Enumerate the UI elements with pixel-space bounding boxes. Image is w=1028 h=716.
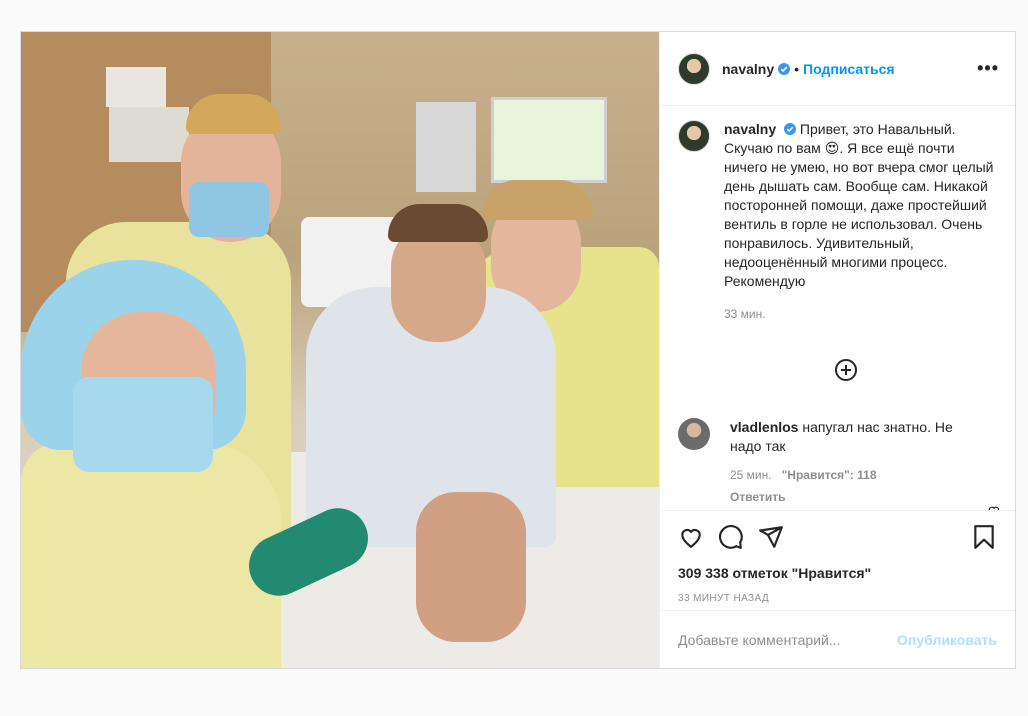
comment-likes[interactable]: "Нравится": 118	[782, 468, 877, 482]
instagram-post: navalny • Подписаться ••• navalny Привет…	[20, 31, 1016, 669]
boy-hair	[186, 94, 281, 134]
man-arm	[416, 492, 526, 642]
post-actions: 309 338 отметок "Нравится" 33 МИНУТ НАЗА…	[660, 510, 1015, 610]
caption: navalny Привет, это Навальный. Скучаю по…	[678, 120, 997, 324]
caption-body-2: . Я все ещё почти ничего не умею, но вот…	[724, 140, 994, 289]
comment-item: vladlenlos напугал нас знатно. Не надо т…	[678, 418, 988, 507]
separator-dot: •	[794, 60, 800, 77]
post-sidebar: navalny • Подписаться ••• navalny Привет…	[659, 32, 1015, 668]
commenter-avatar[interactable]	[678, 418, 710, 450]
verified-badge-icon	[784, 123, 797, 135]
wall-poster-1	[106, 67, 166, 107]
wall-poster-2	[109, 107, 189, 162]
posted-time: 33 МИНУТ НАЗАД	[678, 593, 770, 604]
heart-eyes-emoji-icon: 😍	[824, 140, 840, 156]
woman-hair	[483, 180, 593, 220]
comments-area: navalny Привет, это Навальный. Скучаю по…	[660, 106, 1015, 510]
medical-equipment	[416, 102, 476, 192]
verified-badge-icon	[778, 62, 791, 75]
man-hair	[388, 204, 488, 242]
commenter-username[interactable]: vladlenlos	[730, 419, 798, 435]
comment-bubble-icon[interactable]	[718, 524, 744, 550]
comment-input[interactable]: Добавьте комментарий...	[678, 632, 897, 648]
comment-text: vladlenlos напугал нас знатно. Не надо т…	[730, 418, 970, 507]
publish-button[interactable]: Опубликовать	[897, 632, 997, 648]
girl-gown	[21, 442, 281, 668]
add-comment-bar: Добавьте комментарий... Опубликовать	[660, 610, 1015, 668]
girl-mask	[73, 377, 213, 472]
post-header: navalny • Подписаться •••	[660, 32, 1015, 106]
caption-text: navalny Привет, это Навальный. Скучаю по…	[724, 120, 996, 324]
share-send-icon[interactable]	[758, 524, 784, 550]
caption-avatar[interactable]	[678, 120, 710, 152]
comment-meta: 25 мин. "Нравится": 118	[730, 466, 970, 485]
avatar[interactable]	[678, 52, 710, 85]
monitor-screen	[491, 97, 607, 183]
likes-count[interactable]: 309 338 отметок "Нравится"	[678, 565, 997, 581]
more-options-icon[interactable]: •••	[977, 58, 999, 79]
comment-time: 25 мин.	[730, 468, 772, 482]
action-icons	[678, 523, 997, 551]
comment-like-icon[interactable]	[987, 504, 1001, 510]
caption-time: 33 мин.	[724, 307, 766, 321]
load-more-comments-icon[interactable]	[835, 359, 857, 381]
boy-mask	[189, 182, 269, 237]
bookmark-save-icon[interactable]	[971, 524, 997, 550]
follow-button[interactable]: Подписаться	[803, 61, 895, 77]
like-heart-icon[interactable]	[678, 524, 704, 550]
author-username[interactable]: navalny	[722, 61, 774, 77]
reply-button[interactable]: Ответить	[730, 488, 970, 507]
caption-username[interactable]: navalny	[724, 121, 776, 137]
post-photo[interactable]	[21, 32, 659, 668]
